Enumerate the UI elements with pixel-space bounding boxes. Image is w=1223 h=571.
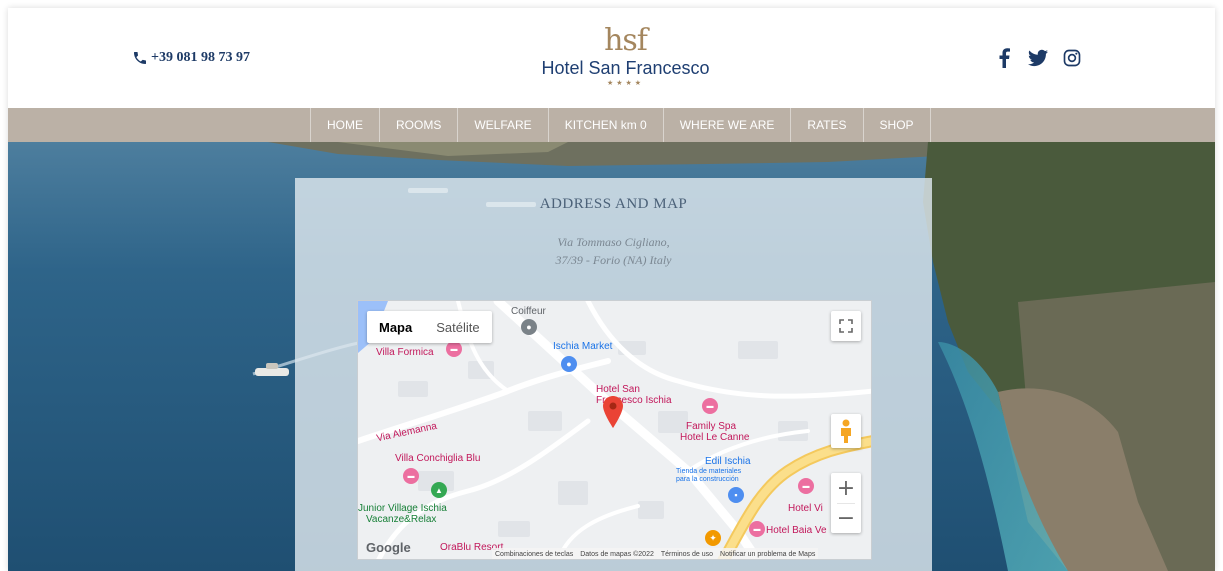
twitter-icon[interactable]	[1028, 48, 1048, 68]
logo-name: Hotel San Francesco	[541, 58, 710, 78]
nav-item-welfare[interactable]: WELFARE	[457, 108, 547, 142]
section-title: ADDRESS AND MAP	[539, 196, 688, 212]
map-label-junior-village-2[interactable]: Vacanze&Relax	[366, 514, 436, 525]
zoom-out-button[interactable]: −	[831, 503, 861, 533]
map-data-text: Datos de mapas ©2022	[580, 550, 654, 558]
nav-item-kitchen[interactable]: KITCHEN km 0	[547, 108, 663, 142]
map-label-ischia-market[interactable]: Ischia Market	[553, 341, 612, 352]
phone-number: +39 081 98 73 97	[151, 50, 250, 65]
location-marker-icon[interactable]	[603, 396, 623, 428]
address-line-2: 37/39 - Forio (NA) Italy	[555, 253, 672, 267]
hotel-pin-icon[interactable]: ▬	[446, 341, 462, 357]
map-label-family-spa-2[interactable]: Hotel Le Canne	[680, 432, 750, 443]
hotel-address: Via Tommaso Cigliano, 37/39 - Forio (NA)…	[295, 233, 932, 269]
map-label-hotel-vi[interactable]: Hotel Vi	[788, 503, 823, 514]
fullscreen-icon	[839, 319, 853, 333]
map-type-control: Mapa Satélite	[367, 311, 492, 343]
hotel-vi-pin-icon[interactable]: ▬	[798, 478, 814, 494]
hotel-baia-pin-icon[interactable]: ▬	[749, 521, 765, 537]
coiffeur-pin-icon[interactable]: ●	[521, 319, 537, 335]
map-label-junior-village-1[interactable]: Junior Village Ischia	[358, 503, 447, 514]
nav-item-home[interactable]: HOME	[310, 108, 379, 142]
map-attribution: Combinaciones de teclas Datos de mapas ©…	[492, 548, 819, 559]
main-nav: HOME ROOMS WELFARE KITCHEN km 0 WHERE WE…	[8, 108, 1215, 142]
nav-item-rooms[interactable]: ROOMS	[379, 108, 457, 142]
nav-item-shop[interactable]: SHOP	[862, 108, 931, 142]
site-header: +39 081 98 73 97 hsf Hotel San Francesco…	[8, 8, 1215, 108]
terms-link[interactable]: Términos de uso	[661, 551, 713, 558]
phone-link[interactable]: +39 081 98 73 97	[132, 50, 250, 66]
map-label-tienda-2: para la construcción	[676, 476, 739, 483]
camping-pin-icon[interactable]: ▲	[431, 482, 447, 498]
logo-mark: hsf	[604, 23, 648, 58]
zoom-control: + −	[831, 473, 861, 533]
google-map[interactable]: Coiffeur ● Villa Formica ▬ Ischia Market…	[357, 300, 872, 560]
google-logo[interactable]: Google	[366, 540, 411, 555]
map-label-villa-formica[interactable]: Villa Formica	[376, 347, 434, 358]
logo-stars: ★★★★	[606, 80, 645, 87]
phone-icon	[134, 52, 146, 64]
store-pin-icon[interactable]: ▪	[728, 487, 744, 503]
report-problem-link[interactable]: Notificar un problema de Maps	[720, 551, 815, 558]
villa-pin-icon[interactable]: ▬	[403, 468, 419, 484]
page: +39 081 98 73 97 hsf Hotel San Francesco…	[8, 8, 1215, 571]
map-label-hotel-sf-1[interactable]: Hotel San	[596, 384, 640, 395]
shop-pin-icon[interactable]: ●	[561, 356, 577, 372]
nav-item-where-we-are[interactable]: WHERE WE ARE	[662, 108, 791, 142]
keyboard-shortcuts-link[interactable]: Combinaciones de teclas	[495, 551, 573, 558]
map-label-family-spa-1[interactable]: Family Spa	[686, 421, 736, 432]
zoom-in-button[interactable]: +	[831, 473, 861, 503]
map-label-coiffeur[interactable]: Coiffeur	[511, 306, 546, 317]
hotel-logo[interactable]: hsf Hotel San Francesco ★★★★	[538, 26, 713, 98]
zoom-divider	[837, 503, 855, 504]
fullscreen-button[interactable]	[831, 311, 861, 341]
facebook-icon[interactable]	[994, 48, 1014, 68]
social-links	[994, 48, 1082, 68]
nav-item-rates[interactable]: RATES	[790, 108, 862, 142]
restaurant-pin-icon[interactable]: ✦	[705, 530, 721, 546]
pegman-icon	[841, 419, 851, 443]
map-label-hotel-baia[interactable]: Hotel Baia Ve	[766, 525, 827, 536]
spa-pin-icon[interactable]: ▬	[702, 398, 718, 414]
map-label-tienda-1: Tienda de materiales	[676, 468, 742, 475]
map-type-map-button[interactable]: Mapa	[367, 311, 424, 343]
map-label-edil-ischia[interactable]: Edil Ischia	[705, 456, 751, 467]
instagram-icon[interactable]	[1062, 48, 1082, 68]
street-view-button[interactable]	[831, 414, 861, 448]
address-line-1: Via Tommaso Cigliano,	[557, 235, 670, 249]
map-type-satellite-button[interactable]: Satélite	[424, 311, 491, 343]
map-label-villa-conchiglia[interactable]: Villa Conchiglia Blu	[395, 453, 480, 464]
